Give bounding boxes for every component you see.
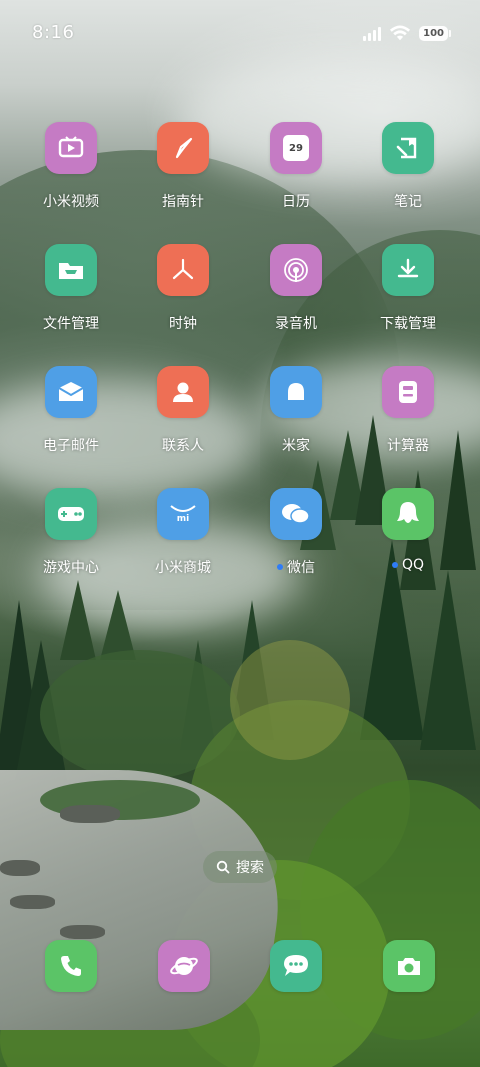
battery-icon: 100 — [419, 25, 451, 41]
wechat-icon — [270, 488, 322, 540]
mi-logo-text: mi — [176, 514, 190, 524]
app-label: 小米视频 — [43, 194, 99, 210]
app-label: 录音机 — [275, 316, 317, 332]
app-label: 游戏中心 — [43, 560, 99, 576]
video-icon — [45, 122, 97, 174]
app-game-center[interactable]: 游戏中心 — [21, 488, 121, 588]
wifi-icon — [390, 25, 411, 41]
app-label: 米家 — [282, 438, 310, 454]
app-mi-store[interactable]: mi 小米商城 — [133, 488, 233, 588]
app-label: 日历 — [282, 194, 310, 210]
app-file-manager[interactable]: 文件管理 — [21, 244, 121, 344]
app-label: 电子邮件 — [43, 438, 99, 454]
app-label: 文件管理 — [43, 316, 99, 332]
status-time: 8:16 — [32, 22, 75, 43]
mail-icon — [45, 366, 97, 418]
mi-store-icon: mi — [157, 488, 209, 540]
calendar-date: 29 — [283, 135, 309, 161]
messages-icon — [284, 955, 308, 976]
app-label-text: 微信 — [287, 560, 315, 576]
search-icon — [216, 860, 230, 874]
download-icon — [382, 244, 434, 296]
folder-icon — [45, 244, 97, 296]
contacts-icon — [157, 366, 209, 418]
dock-phone[interactable] — [45, 940, 97, 992]
app-clock[interactable]: 时钟 — [133, 244, 233, 344]
app-label: 时钟 — [169, 316, 197, 332]
qq-icon — [382, 488, 434, 540]
app-label: 微信 — [277, 557, 315, 577]
app-qq[interactable]: QQ — [358, 488, 458, 588]
app-recorder[interactable]: 录音机 — [246, 244, 346, 344]
status-icons: 100 — [363, 24, 451, 42]
calendar-icon: 29 — [270, 122, 322, 174]
mijia-icon — [270, 366, 322, 418]
compass-icon — [157, 122, 209, 174]
status-bar: 8:16 100 — [0, 0, 480, 66]
app-label: 联系人 — [162, 438, 204, 454]
camera-icon — [398, 958, 420, 975]
app-contacts[interactable]: 联系人 — [133, 366, 233, 466]
dock-browser[interactable] — [158, 940, 210, 992]
app-notes[interactable]: 笔记 — [358, 122, 458, 222]
app-mijia[interactable]: 米家 — [246, 366, 346, 466]
new-install-dot — [391, 562, 398, 568]
app-label: 笔记 — [394, 194, 422, 210]
recorder-icon — [270, 244, 322, 296]
app-label-text: QQ — [401, 557, 425, 573]
app-download-manager[interactable]: 下载管理 — [358, 244, 458, 344]
phone-icon — [61, 956, 81, 976]
clock-icon — [157, 244, 209, 296]
gamepad-icon — [45, 488, 97, 540]
dock-camera[interactable] — [383, 940, 435, 992]
calculator-icon — [382, 366, 434, 418]
app-wechat[interactable]: 微信 — [246, 488, 346, 588]
app-email[interactable]: 电子邮件 — [21, 366, 121, 466]
app-compass[interactable]: 指南针 — [133, 122, 233, 222]
app-label: 指南针 — [162, 194, 204, 210]
notes-icon — [382, 122, 434, 174]
app-label: 小米商城 — [155, 560, 211, 576]
browser-icon — [170, 957, 198, 975]
app-label: 计算器 — [387, 438, 429, 454]
signal-icon — [363, 25, 382, 41]
search-label: 搜索 — [236, 860, 264, 876]
app-label: QQ — [391, 557, 425, 573]
app-label: 下载管理 — [380, 316, 436, 332]
new-install-dot — [277, 564, 283, 570]
app-mi-video[interactable]: 小米视频 — [21, 122, 121, 222]
app-calendar[interactable]: 29 日历 — [246, 122, 346, 222]
dock-messages[interactable] — [270, 940, 322, 992]
search-button[interactable]: 搜索 — [203, 851, 277, 883]
app-calculator[interactable]: 计算器 — [358, 366, 458, 466]
